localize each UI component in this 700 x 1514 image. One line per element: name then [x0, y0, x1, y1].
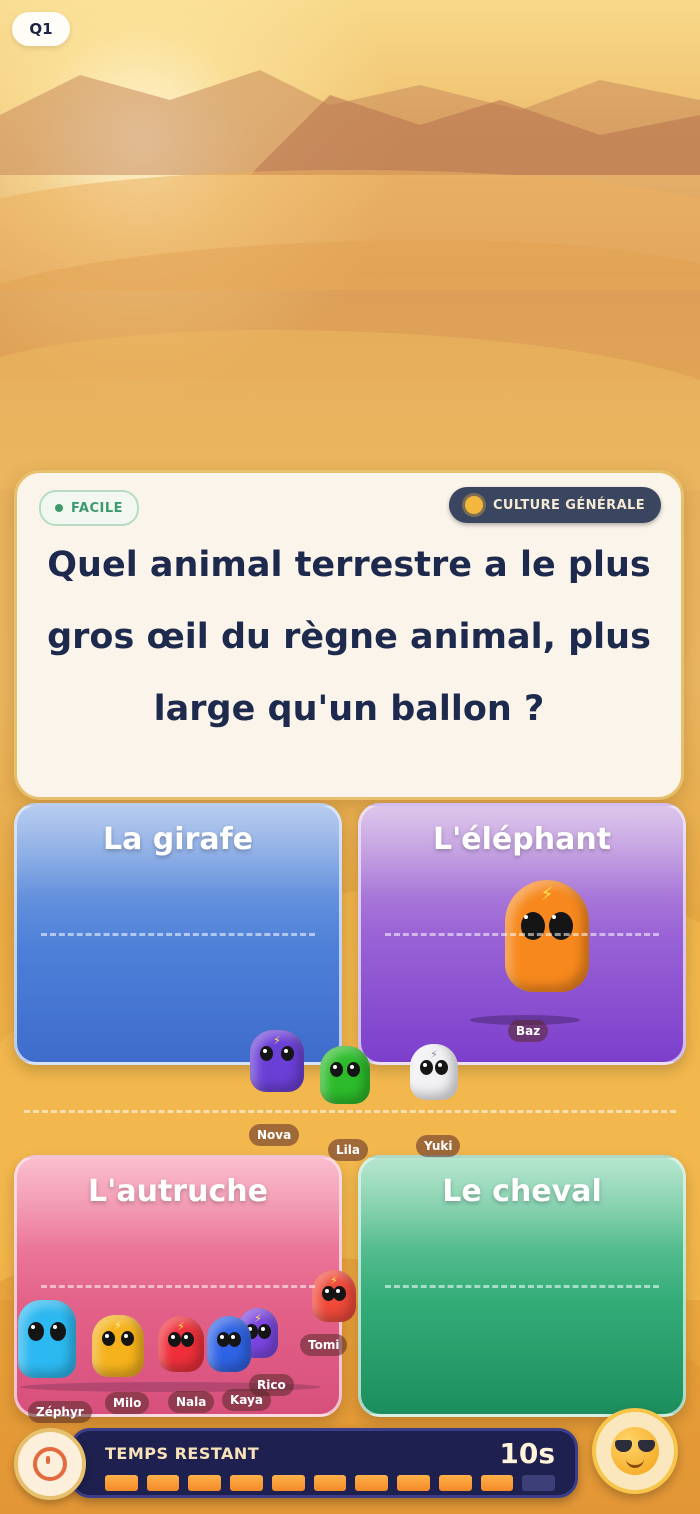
eye	[50, 1322, 66, 1341]
sun-icon	[464, 496, 483, 514]
timer-segment	[146, 1475, 180, 1491]
player-tag-nova: Nova	[249, 1124, 300, 1146]
player-character-zephyr	[18, 1300, 76, 1378]
middle-divider	[24, 1110, 676, 1113]
player-tag-lila: Lila	[328, 1139, 368, 1161]
question-card: FACILE CULTURE GÉNÉRALE Quel animal terr…	[14, 470, 684, 800]
mountains	[0, 70, 700, 175]
sunglasses-emoji-icon	[611, 1427, 659, 1475]
player-character-tomi: ⚡	[312, 1270, 356, 1322]
zone-divider	[41, 933, 315, 936]
zone-divider	[385, 1285, 659, 1288]
timer-progress	[105, 1475, 556, 1491]
bolt-icon: ⚡	[254, 1312, 262, 1325]
answer-option-1[interactable]: La girafe	[14, 803, 342, 1065]
eye	[102, 1331, 115, 1346]
stopwatch-icon	[14, 1428, 86, 1500]
timer-segment	[480, 1475, 514, 1491]
difficulty-badge: FACILE	[39, 490, 139, 526]
timer-segment	[230, 1475, 263, 1491]
question-number-badge: Q1	[12, 12, 70, 46]
answer-option-4[interactable]: Le cheval	[358, 1155, 686, 1417]
player-avatar-button[interactable]	[592, 1408, 678, 1494]
eye	[281, 1046, 294, 1061]
timer-label: TEMPS RESTANT	[105, 1444, 260, 1463]
eye	[330, 1062, 343, 1077]
timer-segment	[522, 1475, 556, 1491]
player-tag-tomi: Tomi	[300, 1334, 348, 1356]
timer-segment	[271, 1475, 305, 1491]
category-label: CULTURE GÉNÉRALE	[492, 497, 645, 513]
eye	[260, 1046, 273, 1061]
player-character-nova: ⚡	[250, 1030, 304, 1092]
timer-bar: TEMPS RESTANT 10s	[70, 1428, 578, 1498]
player-character-kaya	[207, 1316, 251, 1372]
category-badge: CULTURE GÉNÉRALE	[448, 487, 661, 523]
eye	[228, 1332, 241, 1347]
answer-label: La girafe	[103, 822, 253, 857]
bolt-icon: ⚡	[430, 1048, 438, 1061]
answer-option-3[interactable]: L'autruche	[14, 1155, 342, 1417]
bolt-icon: ⚡	[177, 1320, 185, 1333]
player-character-baz: ⚡	[505, 880, 589, 992]
player-tag-yuki: Yuki	[416, 1135, 461, 1157]
player-tag-kaya: Kaya	[222, 1389, 271, 1411]
player-character-nala: ⚡	[158, 1316, 204, 1372]
zone-divider	[385, 933, 659, 936]
eye	[420, 1060, 433, 1075]
zone-divider	[41, 1285, 315, 1288]
timer-segment	[188, 1475, 222, 1491]
eye	[347, 1062, 360, 1077]
difficulty-dot-icon	[55, 504, 63, 512]
player-tag-nala: Nala	[168, 1391, 215, 1413]
eye	[28, 1322, 44, 1341]
timer-segment	[105, 1475, 138, 1491]
question-text: Quel animal terrestre a le plus gros œil…	[47, 545, 651, 729]
player-character-lila	[320, 1046, 370, 1104]
player-tag-milo: Milo	[105, 1392, 150, 1414]
player-character-milo: ⚡	[92, 1315, 144, 1377]
eye	[435, 1060, 448, 1075]
difficulty-label: FACILE	[71, 500, 123, 516]
bolt-icon: ⚡	[540, 884, 554, 905]
bolt-icon: ⚡	[273, 1034, 281, 1047]
eye	[258, 1324, 271, 1339]
answer-label: L'éléphant	[432, 822, 612, 857]
timer-segment	[397, 1475, 430, 1491]
player-tag-zephyr: Zéphyr	[28, 1401, 92, 1423]
dune	[0, 330, 700, 490]
player-character-yuki: ⚡	[410, 1044, 458, 1100]
bolt-icon: ⚡	[114, 1319, 122, 1332]
timer-segment	[313, 1475, 347, 1491]
bolt-icon: ⚡	[330, 1274, 338, 1287]
timer-segment	[438, 1475, 472, 1491]
eye	[333, 1286, 346, 1301]
eye	[121, 1331, 134, 1346]
answer-label: Le cheval	[442, 1174, 602, 1209]
answer-label: L'autruche	[88, 1174, 268, 1209]
eye	[168, 1332, 181, 1347]
timer-segment	[355, 1475, 389, 1491]
player-tag-baz: Baz	[508, 1020, 549, 1042]
eye	[181, 1332, 194, 1347]
timer-value: 10s	[499, 1437, 555, 1470]
